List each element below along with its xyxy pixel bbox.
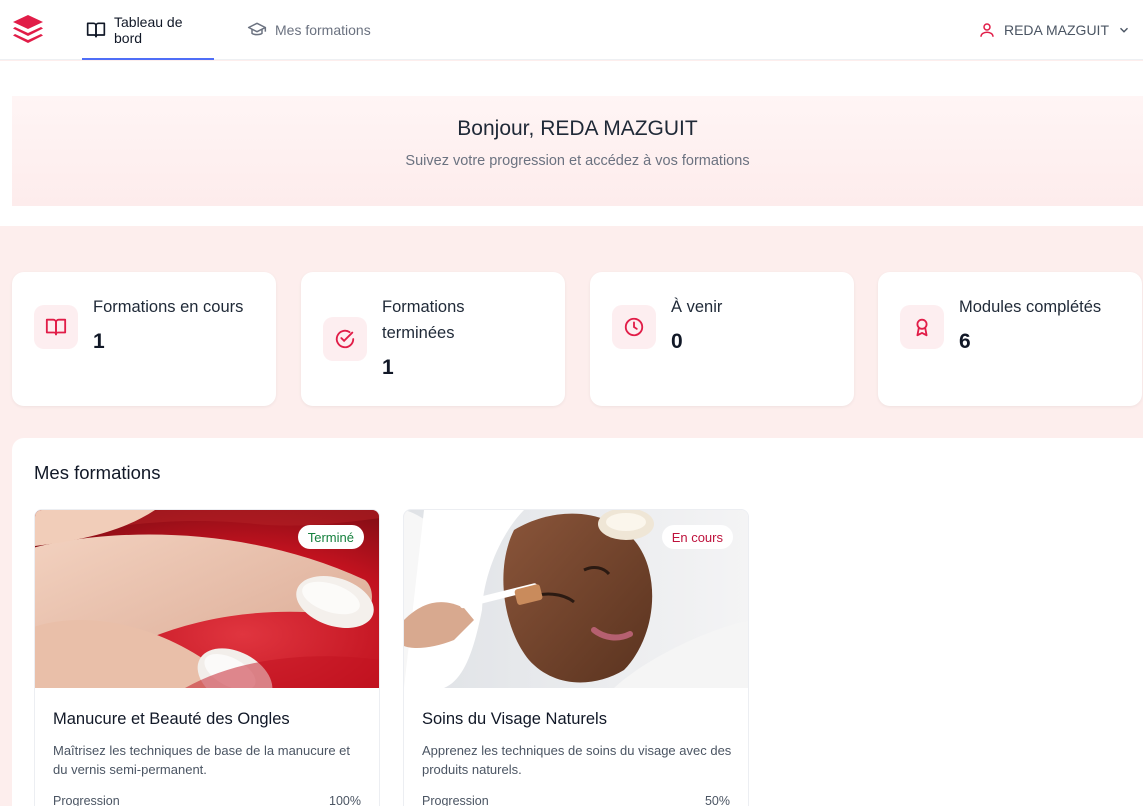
formation-card[interactable]: En cours Soins du Visage Naturels Appren… <box>403 509 749 806</box>
clock-icon <box>612 305 656 349</box>
stat-label: Formations terminées <box>382 298 465 342</box>
status-badge: Terminé <box>297 525 364 549</box>
stat-value: 1 <box>93 330 105 353</box>
tab-label: Tableau de bord <box>114 14 183 46</box>
chevron-down-icon <box>1117 23 1131 37</box>
section-title: Mes formations <box>34 462 161 483</box>
stat-card-modules: Modules complétés 6 <box>878 272 1142 406</box>
progress-value: 100% <box>329 794 361 806</box>
award-icon <box>900 305 944 349</box>
graduation-cap-icon <box>247 20 267 40</box>
progress-value: 50% <box>704 794 730 806</box>
formation-title: Manucure et Beauté des Ongles <box>53 710 290 728</box>
stat-value: 1 <box>382 356 394 379</box>
stat-value: 6 <box>959 330 971 353</box>
user-icon <box>978 21 996 39</box>
stat-label: Modules complétés <box>959 298 1102 316</box>
progress-label: Progression <box>53 794 120 806</box>
formation-description: Apprenez les techniques de soins du visa… <box>422 743 732 777</box>
logo-icon[interactable] <box>10 12 46 48</box>
stat-card-a-venir: À venir 0 <box>590 272 854 406</box>
status-badge: En cours <box>661 525 733 549</box>
stat-card-terminees: Formations terminées 1 <box>301 272 565 406</box>
formation-title: Soins du Visage Naturels <box>422 710 607 728</box>
check-circle-icon <box>323 317 367 361</box>
tab-label: Mes formations <box>275 22 371 38</box>
book-open-icon <box>34 305 78 349</box>
welcome-subtitle: Suivez votre progression et accédez à vo… <box>405 153 750 169</box>
welcome-greeting: Bonjour, REDA MAZGUIT <box>457 117 698 140</box>
top-navbar: Tableau de bord Mes formations REDA MAZG… <box>0 0 1143 60</box>
tab-mes-formations[interactable]: Mes formations <box>247 0 371 60</box>
hero-section: Bonjour, REDA MAZGUIT Suivez votre progr… <box>0 61 1143 226</box>
stat-card-en-cours: Formations en cours 1 <box>12 272 276 406</box>
stat-label: À venir <box>671 298 723 316</box>
stat-label: Formations en cours <box>93 298 244 316</box>
tab-tableau-de-bord[interactable]: Tableau de bord <box>82 0 214 60</box>
formation-card[interactable]: Terminé Manucure et Beauté des Ongles Ma… <box>34 509 380 806</box>
stat-value: 0 <box>671 330 683 353</box>
progress-label: Progression <box>422 794 489 806</box>
user-menu[interactable]: REDA MAZGUIT <box>978 0 1131 60</box>
user-name: REDA MAZGUIT <box>1003 22 1109 38</box>
formations-panel: Mes formations Terminé Manucure et Beaut… <box>12 438 1143 806</box>
formation-description: Maîtrisez les techniques de base de la m… <box>53 743 351 777</box>
book-open-icon <box>86 20 106 40</box>
welcome-banner: Bonjour, REDA MAZGUIT Suivez votre progr… <box>12 96 1143 206</box>
